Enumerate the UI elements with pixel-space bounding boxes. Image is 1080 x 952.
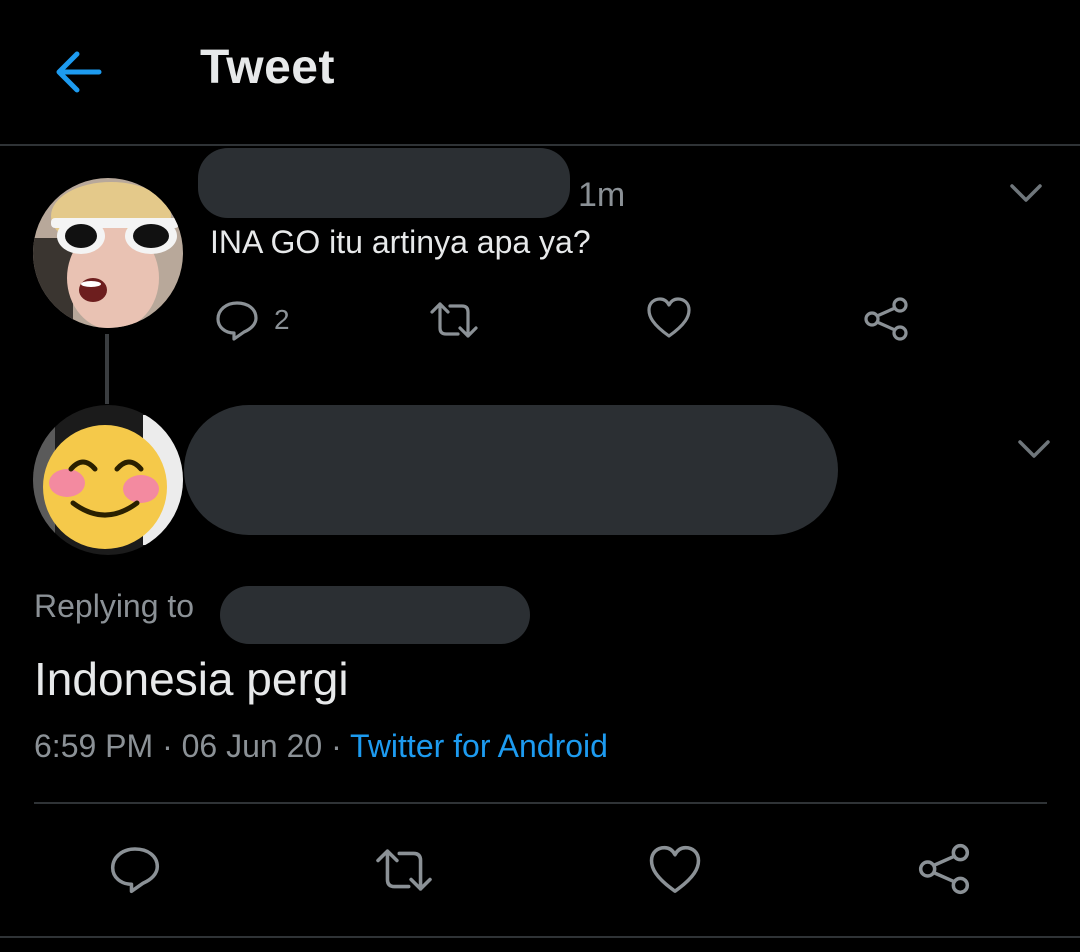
main-share-button[interactable] xyxy=(916,842,972,896)
back-button[interactable] xyxy=(48,44,108,100)
parent-tweet-text: INA GO itu artinya apa ya? xyxy=(210,224,591,260)
tweet-meta: 6:59 PM · 06 Jun 20 · Twitter for Androi… xyxy=(34,728,608,765)
main-tweet-menu[interactable] xyxy=(1014,432,1054,466)
reply-count: 2 xyxy=(274,304,290,335)
tweet-time: 6:59 PM xyxy=(34,728,154,764)
tweet-source-link[interactable]: Twitter for Android xyxy=(350,728,608,764)
share-icon xyxy=(864,297,908,341)
reply-icon xyxy=(110,847,160,894)
retweet-icon xyxy=(430,302,478,338)
replying-to-label: Replying to xyxy=(34,588,195,624)
reply-icon xyxy=(216,301,258,341)
meta-divider xyxy=(34,802,1047,804)
parent-avatar[interactable] xyxy=(33,178,183,328)
parent-reply-button[interactable]: 2 xyxy=(214,296,290,344)
page-title: Tweet xyxy=(200,41,335,94)
parent-username-redaction xyxy=(198,148,570,218)
main-tweet-text: Indonesia pergi xyxy=(34,653,349,705)
chevron-down-icon xyxy=(1018,440,1050,458)
replying-to-handle-redaction[interactable] xyxy=(220,586,530,644)
main-like-button[interactable] xyxy=(648,844,702,896)
retweet-icon xyxy=(376,849,432,891)
tweet-date: 06 Jun 20 xyxy=(181,728,323,764)
main-avatar[interactable] xyxy=(33,405,183,555)
thread-line xyxy=(105,334,109,404)
main-retweet-button[interactable] xyxy=(372,844,436,896)
main-reply-button[interactable] xyxy=(108,842,162,896)
meta-separator: · xyxy=(331,728,342,764)
share-icon xyxy=(918,843,970,895)
parent-retweet-button[interactable] xyxy=(428,298,480,342)
parent-like-button[interactable] xyxy=(646,296,692,340)
back-arrow-icon xyxy=(56,51,102,93)
header-divider xyxy=(0,144,1080,146)
parent-share-button[interactable] xyxy=(862,296,910,342)
like-icon xyxy=(647,297,691,338)
parent-tweet-time: 1m xyxy=(578,176,626,214)
chevron-down-icon xyxy=(1010,184,1042,202)
meta-separator: · xyxy=(162,728,173,764)
main-user-name-redaction xyxy=(184,405,838,535)
like-icon xyxy=(649,845,701,893)
parent-tweet-menu[interactable] xyxy=(1006,176,1046,210)
bottom-divider xyxy=(0,936,1080,938)
